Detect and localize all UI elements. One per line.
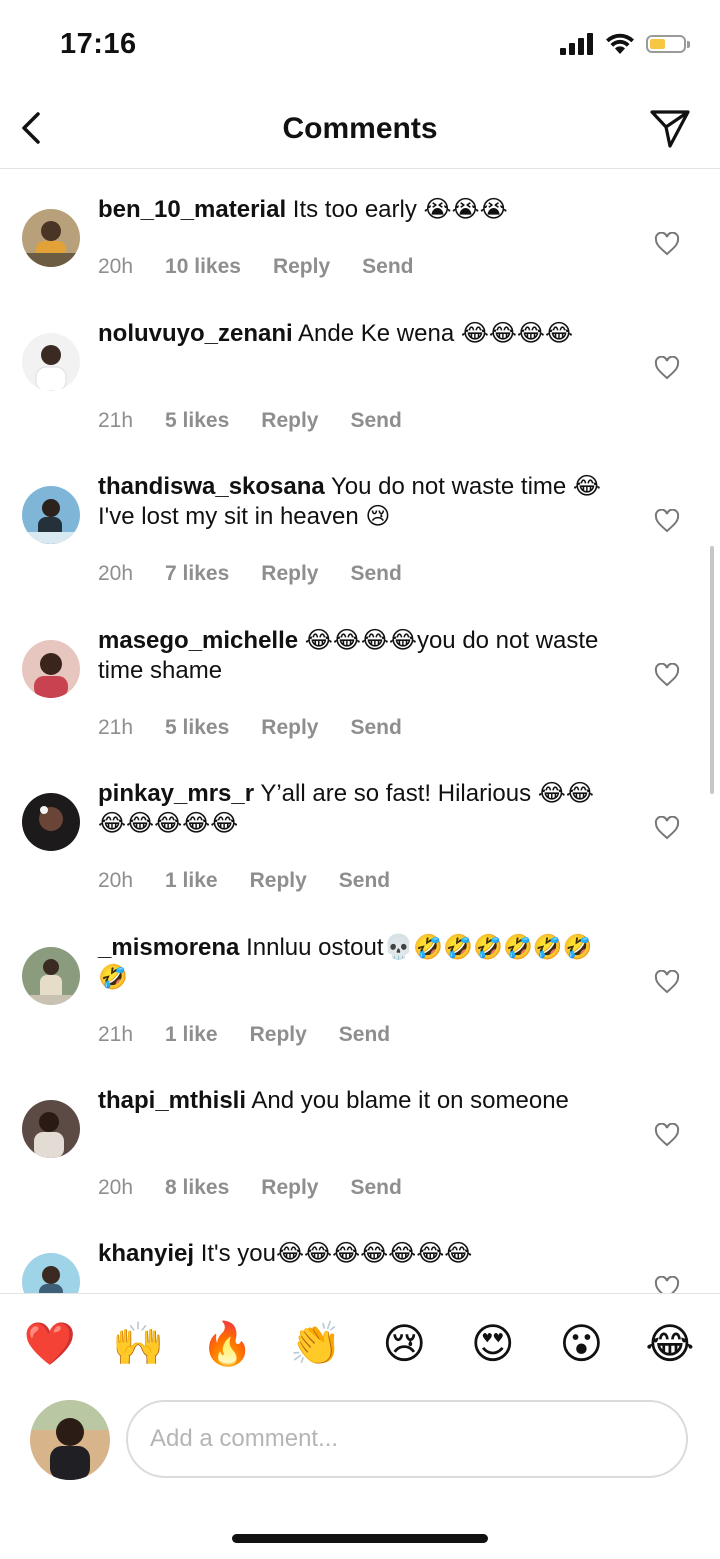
comment-meta: 20h 10 likes Reply Send: [98, 255, 413, 279]
heart-icon[interactable]: [654, 816, 680, 840]
comment-username[interactable]: pinkay_mrs_r: [98, 780, 254, 807]
comment-text: And you blame it on someone: [251, 1087, 569, 1114]
heart-icon[interactable]: [654, 970, 680, 994]
comment-text: Its too early 😭😭😭: [292, 196, 508, 223]
send-button[interactable]: Send: [350, 562, 401, 586]
comment-username[interactable]: noluvuyo_zenani: [98, 320, 293, 347]
comment-text: It's you😂😂😂😂😂😂😂: [200, 1240, 473, 1267]
wifi-icon: [606, 33, 634, 54]
send-button[interactable]: Send: [362, 255, 413, 279]
status-icons: [560, 32, 690, 56]
heart-icon[interactable]: [654, 1276, 680, 1293]
comment-meta: 20h 1 like Reply Send: [98, 869, 390, 893]
quick-reactions: ❤️ 🙌 🔥 👏 😢 😍 😮 😂: [22, 1316, 698, 1372]
comment-time: 21h: [98, 1023, 134, 1046]
comment-meta: 21h 5 likes Reply Send: [98, 716, 402, 740]
fire-reaction[interactable]: 🔥: [199, 1316, 255, 1372]
current-user-avatar: [30, 1400, 110, 1480]
comment-meta: 20h 7 likes Reply Send: [98, 562, 402, 586]
clapping-hands-reaction[interactable]: 👏: [288, 1316, 344, 1372]
status-bar: 17:16: [0, 0, 720, 90]
comment-time: 20h: [98, 869, 134, 892]
status-time: 17:16: [60, 28, 137, 60]
reply-button[interactable]: Reply: [261, 716, 318, 740]
reply-button[interactable]: Reply: [250, 1023, 307, 1047]
avatar[interactable]: [22, 1253, 80, 1293]
avatar[interactable]: [22, 1100, 80, 1158]
home-indicator: [232, 1534, 488, 1543]
avatar[interactable]: [22, 947, 80, 1005]
heart-icon[interactable]: [654, 356, 680, 380]
heart-icon[interactable]: [654, 509, 680, 533]
send-button[interactable]: Send: [350, 409, 401, 433]
comment-meta: 20h 8 likes Reply Send: [98, 1176, 402, 1200]
avatar[interactable]: [22, 793, 80, 851]
comment-meta: 21h 5 likes Reply Send: [98, 409, 402, 433]
comment-likes[interactable]: 1 like: [165, 1023, 218, 1047]
send-button[interactable]: Send: [339, 869, 390, 893]
comment-username[interactable]: khanyiej: [98, 1240, 194, 1267]
reply-button[interactable]: Reply: [261, 409, 318, 433]
share-send-icon[interactable]: [648, 106, 692, 150]
reply-button[interactable]: Reply: [261, 1176, 318, 1200]
send-button[interactable]: Send: [350, 1176, 401, 1200]
comment-time: 20h: [98, 1176, 134, 1199]
comment-likes[interactable]: 10 likes: [165, 255, 241, 279]
comment-username[interactable]: thandiswa_skosana: [98, 473, 325, 500]
comment-composer: ❤️ 🙌 🔥 👏 😢 😍 😮 😂: [0, 1293, 720, 1559]
scrollbar[interactable]: [710, 546, 714, 794]
comment-likes[interactable]: 5 likes: [165, 716, 229, 740]
comment-likes[interactable]: 5 likes: [165, 409, 229, 433]
comment-time: 21h: [98, 409, 134, 432]
comment-time: 20h: [98, 562, 134, 585]
comment-time: 20h: [98, 255, 134, 278]
comment-username[interactable]: masego_michelle: [98, 627, 298, 654]
reply-button[interactable]: Reply: [250, 869, 307, 893]
comment-time: 21h: [98, 716, 134, 739]
avatar[interactable]: [22, 333, 80, 391]
comment-meta: 21h 1 like Reply Send: [98, 1023, 390, 1047]
comment-likes[interactable]: 1 like: [165, 869, 218, 893]
comment-text: Ande Ke wena 😂😂😂😂: [298, 320, 574, 347]
send-button[interactable]: Send: [350, 716, 401, 740]
comment-username[interactable]: ben_10_material: [98, 196, 286, 223]
surprised-face-reaction[interactable]: 😮: [553, 1316, 609, 1372]
comment-likes[interactable]: 7 likes: [165, 562, 229, 586]
avatar[interactable]: [22, 209, 80, 267]
crying-face-reaction[interactable]: 😢: [376, 1316, 432, 1372]
red-heart-reaction[interactable]: ❤️: [22, 1316, 78, 1372]
comments-header: Comments: [0, 90, 720, 169]
raising-hands-reaction[interactable]: 🙌: [111, 1316, 167, 1372]
reply-button[interactable]: Reply: [273, 255, 330, 279]
avatar[interactable]: [22, 486, 80, 544]
send-button[interactable]: Send: [339, 1023, 390, 1047]
page-title: Comments: [282, 112, 438, 145]
comment-username[interactable]: _mismorena: [98, 934, 239, 961]
add-comment-input[interactable]: [126, 1400, 688, 1478]
comment-likes[interactable]: 8 likes: [165, 1176, 229, 1200]
heart-icon[interactable]: [654, 232, 680, 256]
avatar[interactable]: [22, 640, 80, 698]
battery-icon: [646, 35, 690, 53]
comments-list[interactable]: ben_10_material Its too early 😭😭😭 20h 10…: [0, 169, 720, 1293]
comment-username[interactable]: thapi_mthisli: [98, 1087, 246, 1114]
reply-button[interactable]: Reply: [261, 562, 318, 586]
laughing-tears-reaction[interactable]: 😂: [642, 1316, 698, 1372]
heart-icon[interactable]: [654, 1123, 680, 1147]
cellular-signal-icon: [560, 33, 593, 55]
heart-eyes-reaction[interactable]: 😍: [465, 1316, 521, 1372]
heart-icon[interactable]: [654, 663, 680, 687]
